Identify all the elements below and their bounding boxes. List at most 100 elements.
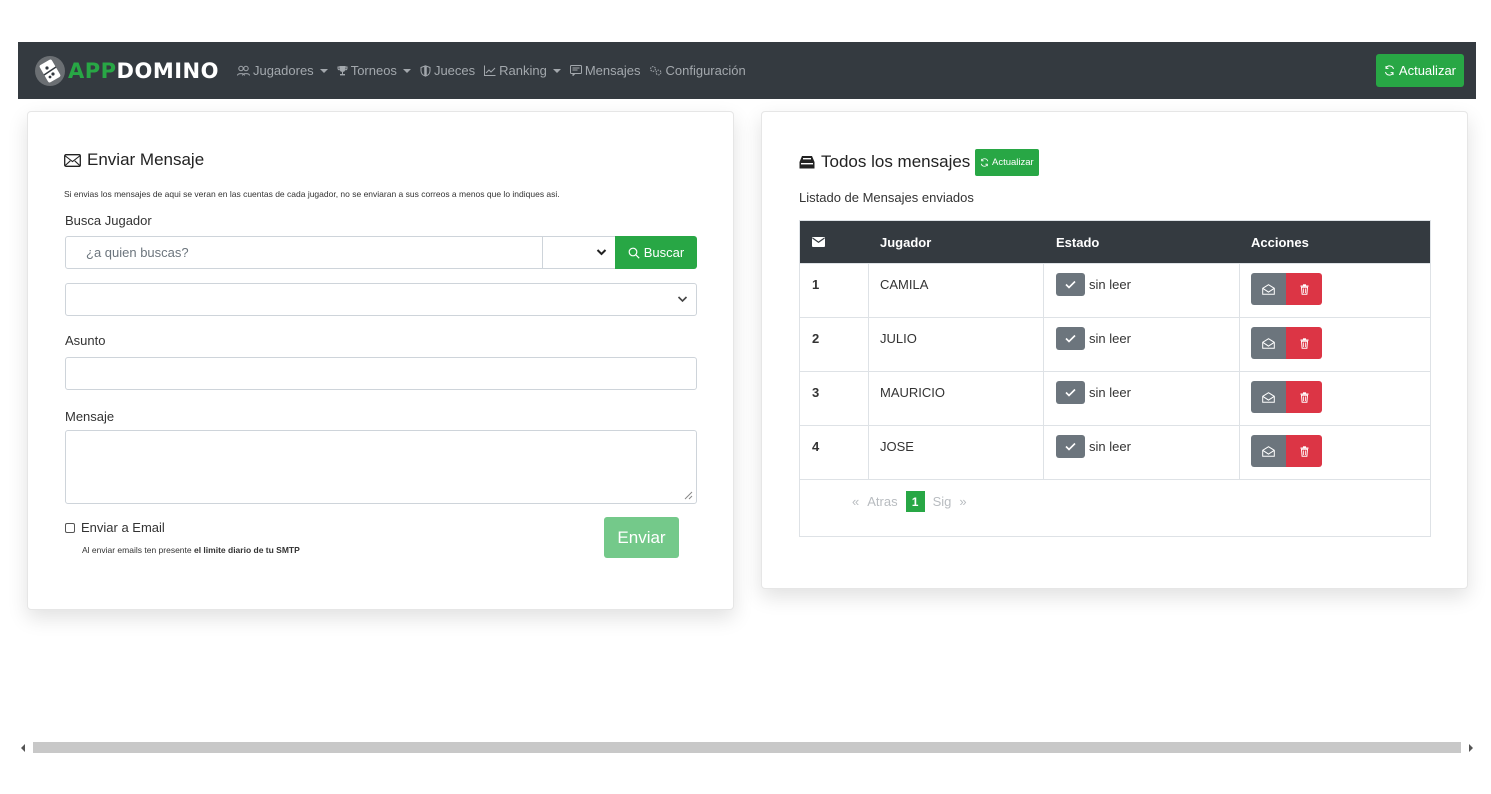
delete-message-button[interactable] — [1286, 381, 1322, 413]
table-row: 2 JULIO sin leer — [800, 317, 1430, 371]
check-icon — [1065, 388, 1076, 397]
chevron-down-icon — [596, 248, 607, 255]
row-status: sin leer — [1056, 426, 1131, 466]
pager-next[interactable]: Sig — [933, 494, 952, 509]
send-button[interactable]: Enviar — [604, 517, 679, 558]
mark-read-button[interactable] — [1056, 272, 1085, 296]
update-button[interactable]: Actualizar — [1375, 54, 1464, 87]
users-icon — [236, 65, 250, 76]
row-status: sin leer — [1056, 318, 1131, 358]
open-message-button[interactable] — [1251, 435, 1286, 467]
trash-icon — [1300, 283, 1308, 295]
messages-update-label: Actualizar — [992, 157, 1034, 168]
brand-logo[interactable]: APPDOMINO — [34, 42, 219, 99]
send-email-checkbox[interactable]: Enviar a Email — [65, 520, 165, 535]
inbox-icon — [799, 155, 815, 168]
caret-down-icon — [319, 68, 328, 73]
brand-app-text: APP — [68, 58, 117, 83]
nav-mensajes-label: Mensajes — [584, 63, 641, 78]
messages-update-button[interactable]: Actualizar — [975, 149, 1039, 176]
row-status: sin leer — [1056, 264, 1131, 304]
subject-input[interactable] — [65, 357, 697, 390]
mark-read-button[interactable] — [1056, 434, 1085, 458]
player-select[interactable] — [65, 283, 697, 316]
search-filter-select[interactable] — [542, 236, 616, 269]
search-button[interactable]: Buscar — [615, 236, 697, 269]
message-textarea[interactable] — [65, 430, 697, 504]
row-status-label: sin leer — [1089, 438, 1131, 454]
mark-read-button[interactable] — [1056, 326, 1085, 350]
table-row: 1 CAMILA sin leer — [800, 263, 1430, 317]
row-player: JOSE — [880, 438, 914, 454]
row-status-label: sin leer — [1089, 276, 1131, 292]
send-message-heading: Enviar Mensaje — [64, 150, 204, 170]
nav-configuracion-label: Configuración — [665, 63, 746, 78]
pagination: « Atras 1 Sig » — [852, 491, 975, 512]
nav-configuracion[interactable]: Configuración — [649, 63, 746, 78]
row-status-label: sin leer — [1089, 384, 1131, 400]
nav-torneos[interactable]: Torneos — [337, 63, 411, 78]
message-icon — [569, 65, 582, 76]
open-message-button[interactable] — [1251, 327, 1286, 359]
chart-line-icon — [484, 65, 496, 76]
pager-prev[interactable]: Atras — [867, 494, 897, 509]
messages-heading: Todos los mensajes — [799, 152, 970, 172]
header-estado: Estado — [1056, 234, 1100, 250]
envelope-icon — [812, 237, 825, 247]
horizontal-scrollbar[interactable] — [18, 740, 1476, 755]
trophy-icon — [337, 66, 348, 76]
pager-current[interactable]: 1 — [905, 491, 925, 512]
gears-icon — [650, 66, 662, 76]
delete-message-button[interactable] — [1286, 435, 1322, 467]
scrollbar-thumb[interactable] — [33, 742, 1461, 753]
nav-mensajes[interactable]: Mensajes — [569, 63, 641, 78]
row-player: MAURICIO — [880, 384, 945, 400]
nav-jueces-label: Jueces — [433, 63, 476, 78]
smtp-limit-note: Al enviar emails ten presente el limite … — [82, 545, 300, 555]
delete-message-button[interactable] — [1286, 327, 1322, 359]
pager-last[interactable]: » — [959, 494, 966, 509]
search-player-label: Busca Jugador — [65, 213, 152, 228]
row-actions — [1251, 381, 1322, 413]
domino-logo-icon — [35, 55, 65, 86]
search-icon — [628, 247, 640, 259]
nav-jueces[interactable]: Jueces — [420, 63, 475, 78]
send-message-title: Enviar Mensaje — [87, 150, 205, 169]
trash-icon — [1300, 337, 1308, 349]
resize-grip-icon[interactable] — [684, 491, 693, 500]
check-icon — [1065, 442, 1076, 451]
row-number: 4 — [812, 438, 820, 454]
row-actions — [1251, 327, 1322, 359]
scroll-right-icon[interactable] — [1469, 744, 1473, 752]
caret-down-icon — [552, 68, 561, 73]
scroll-left-icon[interactable] — [21, 744, 25, 752]
table-row: 3 MAURICIO sin leer — [800, 371, 1430, 425]
table-row: 4 JOSE sin leer — [800, 425, 1430, 479]
pager-first[interactable]: « — [852, 494, 859, 509]
mark-read-button[interactable] — [1056, 380, 1085, 404]
delete-message-button[interactable] — [1286, 273, 1322, 305]
caret-down-icon — [402, 68, 411, 73]
row-status-label: sin leer — [1089, 330, 1131, 346]
header-mail-col — [812, 221, 825, 263]
messages-card: Todos los mensajes Actualizar Listado de… — [761, 111, 1468, 589]
send-note: Si envias los mensajes de aqui se veran … — [64, 189, 560, 199]
messages-title: Todos los mensajes — [821, 152, 971, 171]
send-message-card: Enviar Mensaje Si envias los mensajes de… — [27, 111, 734, 610]
checkbox-box[interactable] — [65, 522, 75, 533]
open-message-button[interactable] — [1251, 381, 1286, 413]
main-nav: Jugadores Torneos Jueces Ranking Mensaje… — [236, 63, 755, 78]
player-search-placeholder: ¿a quien buscas? — [86, 245, 189, 260]
check-icon — [1065, 280, 1076, 289]
row-number: 3 — [812, 384, 820, 400]
open-message-button[interactable] — [1251, 273, 1286, 305]
player-search-input[interactable]: ¿a quien buscas? — [65, 236, 543, 269]
nav-ranking[interactable]: Ranking — [484, 63, 561, 78]
shield-icon — [420, 64, 431, 77]
messages-table: Jugador Estado Acciones 1 CAMILA sin lee… — [799, 220, 1431, 537]
nav-jugadores[interactable]: Jugadores — [236, 63, 328, 78]
row-number: 2 — [812, 330, 820, 346]
envelope-icon — [64, 153, 81, 167]
subject-label: Asunto — [65, 333, 106, 348]
message-label: Mensaje — [65, 409, 115, 424]
